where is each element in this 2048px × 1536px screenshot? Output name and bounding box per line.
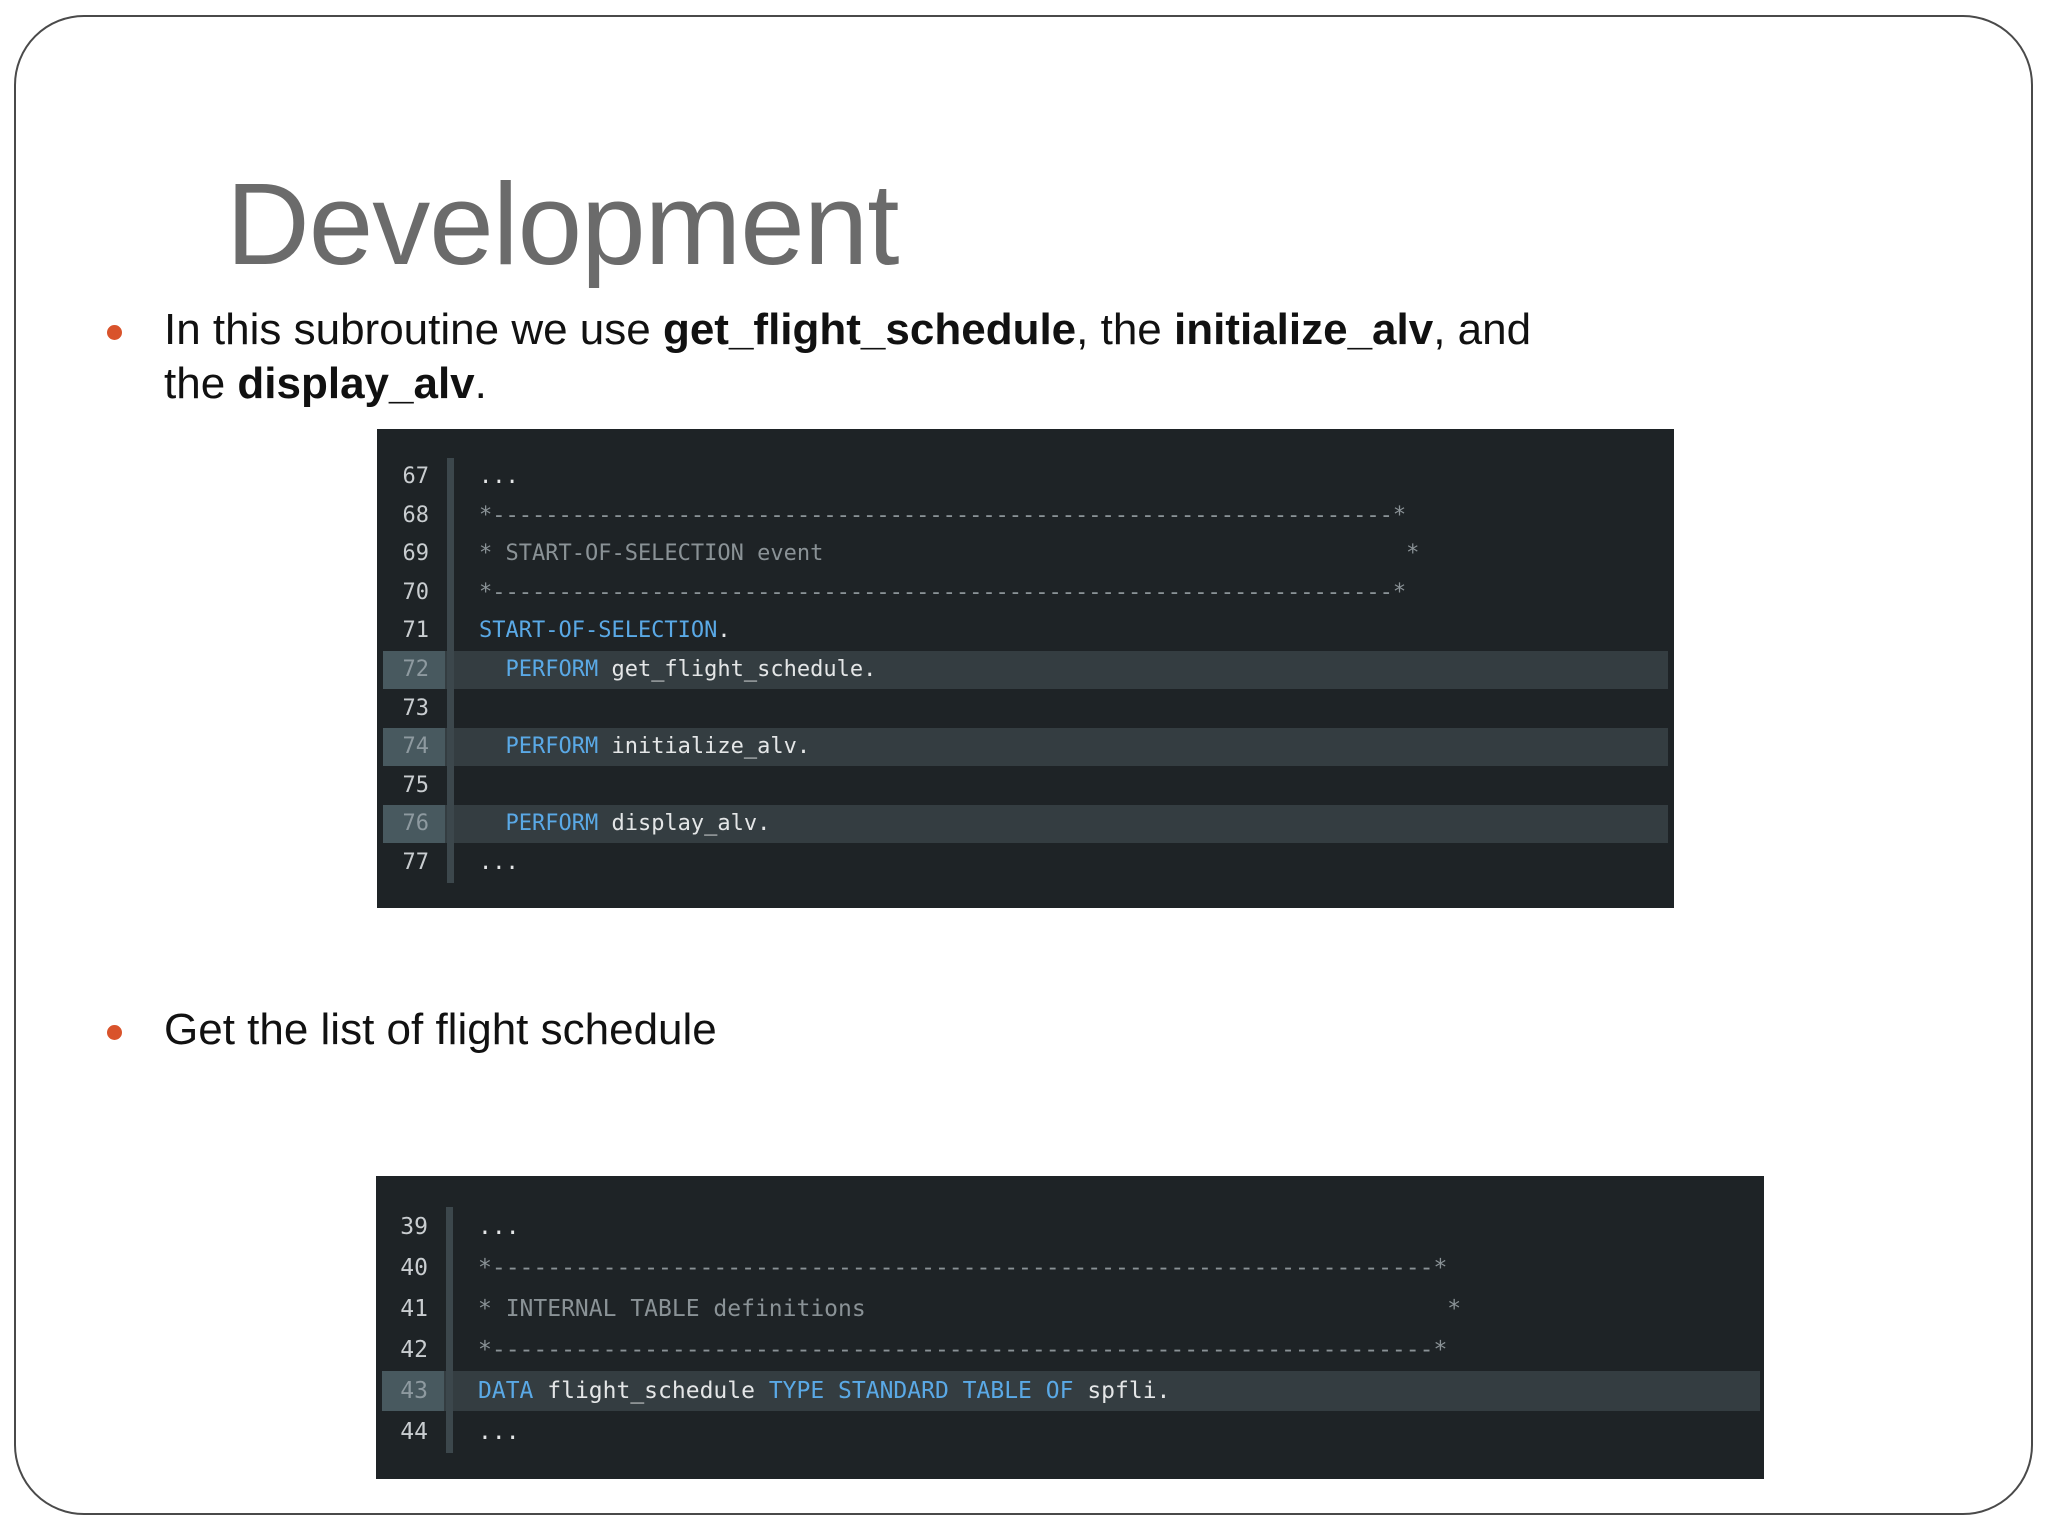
line-number: 42	[400, 1337, 428, 1363]
bullet-item-subroutine: In this subroutine we use get_flight_sch…	[100, 303, 1660, 413]
bullet-item-flight-schedule: Get the list of flight schedule	[100, 1003, 1100, 1059]
code-identifier: ...	[479, 464, 519, 489]
code-identifier: ...	[478, 1214, 520, 1240]
gutter-separator	[446, 1207, 453, 1453]
code-keyword: PERFORM	[479, 811, 612, 837]
code-text: *---------------------------------------…	[478, 1248, 1447, 1288]
bullet-text-line: the display_alv.	[164, 357, 1531, 411]
line-number: 72	[383, 651, 445, 689]
line-number: 43	[382, 1371, 444, 1411]
code-line: 39...	[382, 1207, 1760, 1247]
code-block-start-of-selection: 67... 68 *--------------------------------…	[377, 429, 1674, 908]
code-line: 40 *-------------------------------------…	[382, 1248, 1760, 1288]
bullet-text-run: In this subroutine we use	[164, 305, 663, 354]
code-line: 77...	[383, 844, 1668, 882]
code-line: 76 PERFORM display_alv.	[383, 805, 1668, 844]
code-comment: *---------------------------------------…	[478, 1255, 1448, 1281]
code-comment: * START-OF-SELECTION event *	[479, 541, 1420, 567]
code-identifier: ...	[479, 850, 519, 875]
code-keyword: PERFORM	[479, 734, 612, 760]
code-text: *---------------------------------------…	[478, 1330, 1447, 1370]
code-text: * INTERNAL TABLE definitions *	[478, 1289, 1461, 1329]
code-line: 69 * START-OF-SELECTION event *	[383, 535, 1668, 573]
bullet-text-run: .	[474, 359, 487, 408]
code-line: 75	[383, 767, 1668, 805]
code-text: *---------------------------------------…	[479, 497, 1406, 535]
code-text: *---------------------------------------…	[479, 574, 1406, 612]
line-number: 73	[402, 695, 430, 721]
code-comment: *---------------------------------------…	[479, 579, 1407, 605]
bullet-text-run: , the	[1076, 305, 1174, 354]
bullet-dot-icon	[107, 325, 122, 340]
code-keyword: TYPE STANDARD TABLE OF	[768, 1378, 1088, 1404]
bullet-dot-icon	[107, 1025, 122, 1040]
bullet-text-run: Get the list of flight schedule	[164, 1005, 717, 1054]
code-line: 41 * INTERNAL TABLE definitions *	[382, 1289, 1760, 1329]
code-comment: * INTERNAL TABLE definitions *	[478, 1296, 1462, 1322]
line-number: 76	[383, 805, 445, 844]
code-line: 71 START-OF-SELECTION.	[383, 612, 1668, 650]
code-line: 67...	[383, 458, 1668, 496]
line-number: 41	[400, 1296, 428, 1322]
code-keyword: DATA	[478, 1378, 548, 1404]
bullet-text-line: In this subroutine we use get_flight_sch…	[164, 303, 1531, 357]
bullet-text-run: , and	[1433, 305, 1532, 354]
code-text: DATA flight_schedule TYPE STANDARD TABLE…	[478, 1371, 1170, 1411]
code-block-internal-table: 39... 40 *--------------------------------…	[376, 1176, 1764, 1479]
line-number: 39	[400, 1214, 428, 1240]
code-text: PERFORM initialize_alv.	[479, 728, 810, 766]
bullet-text-bold-initialize-alv: initialize_alv	[1173, 305, 1434, 354]
bullet-text-bold-display-alv: display_alv	[237, 359, 475, 408]
line-number: 69	[402, 541, 430, 567]
slide-title: Development	[226, 159, 899, 289]
code-line: 73	[383, 690, 1668, 728]
code-identifier: .	[717, 618, 731, 644]
code-line: 68 *-------------------------------------…	[383, 497, 1668, 535]
code-identifier: display_alv.	[611, 811, 771, 837]
code-text: ...	[478, 1412, 520, 1452]
code-comment: *---------------------------------------…	[478, 1337, 1448, 1363]
line-number: 77	[402, 850, 430, 875]
code-identifier: flight_schedule	[547, 1378, 769, 1404]
line-number: 67	[402, 464, 430, 489]
code-line: 43 DATA flight_schedule TYPE STANDARD TAB…	[382, 1371, 1760, 1411]
code-comment: *---------------------------------------…	[479, 502, 1407, 528]
code-identifier: get_flight_schedule.	[611, 657, 877, 682]
code-line: 44...	[382, 1412, 1760, 1452]
code-identifier: initialize_alv.	[611, 734, 811, 760]
code-text: ...	[478, 1207, 520, 1247]
bullet-text-bold-get-flight-schedule: get_flight_schedule	[662, 305, 1077, 354]
code-text: * START-OF-SELECTION event *	[479, 535, 1419, 573]
code-line: 42 *-------------------------------------…	[382, 1330, 1760, 1370]
line-number: 68	[402, 502, 430, 528]
line-number: 44	[400, 1419, 428, 1445]
code-line: 70 *-------------------------------------…	[383, 574, 1668, 612]
line-number: 74	[383, 728, 445, 767]
code-identifier: spfli.	[1087, 1378, 1171, 1404]
gutter-separator	[447, 458, 454, 883]
code-identifier: ...	[478, 1419, 520, 1445]
code-text: ...	[479, 844, 519, 882]
code-text: PERFORM get_flight_schedule.	[479, 651, 876, 689]
bullet-text-run: the	[164, 359, 238, 408]
line-number: 70	[402, 579, 430, 605]
code-line: 74 PERFORM initialize_alv.	[383, 728, 1668, 767]
code-text: ...	[479, 458, 519, 496]
code-line: 72 PERFORM get_flight_schedule.	[383, 651, 1668, 689]
line-number: 71	[402, 618, 430, 644]
line-number: 75	[402, 772, 430, 798]
code-text: PERFORM display_alv.	[479, 805, 770, 843]
code-text: START-OF-SELECTION.	[479, 612, 731, 650]
code-keyword: PERFORM	[479, 657, 612, 682]
line-number: 40	[400, 1255, 428, 1281]
code-keyword: START-OF-SELECTION	[479, 618, 718, 644]
